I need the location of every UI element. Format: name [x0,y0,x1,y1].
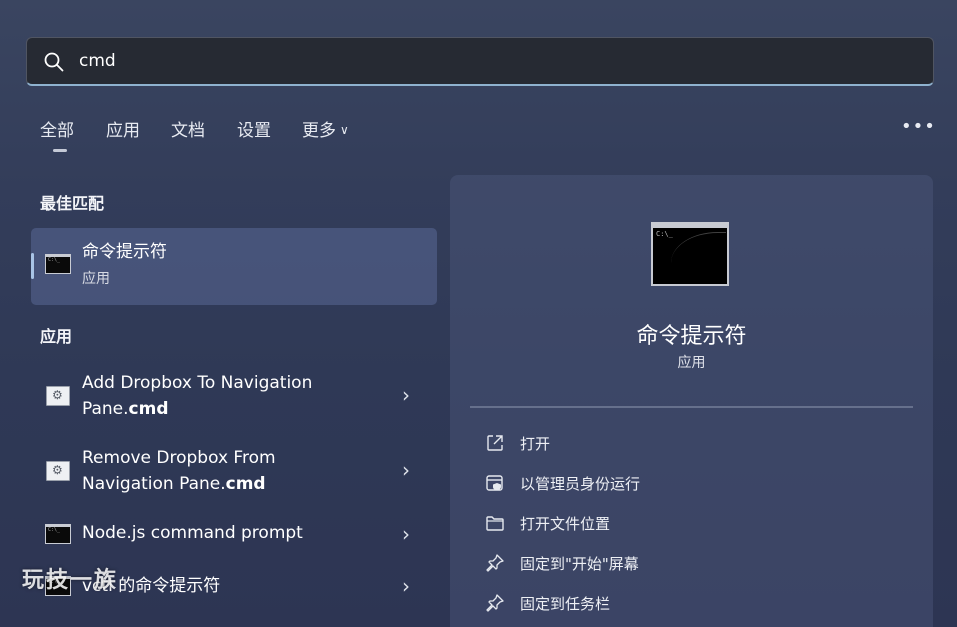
watermark: 玩技一族 [22,568,119,593]
cmd-large-icon [651,222,729,286]
cmd-icon [45,524,71,544]
action-open-file-location[interactable]: 打开文件位置 [485,511,885,537]
action-open[interactable]: 打开 [485,431,885,457]
action-label: 固定到任务栏 [520,595,611,613]
action-pin-to-start[interactable]: 固定到"开始"屏幕 [485,551,885,577]
open-external-icon [487,435,503,451]
tab-more[interactable]: 更多 ∨ [302,116,349,141]
tab-settings[interactable]: 设置 [237,116,271,141]
chevron-right-icon[interactable]: › [402,522,410,546]
action-pin-to-taskbar[interactable]: 固定到任务栏 [485,591,885,617]
tab-all[interactable]: 全部 [40,116,74,141]
list-item-title-line2: Pane.cmd [82,399,169,419]
selection-indicator [31,253,34,279]
apps-heading: 应用 [40,327,73,346]
chevron-right-icon[interactable]: › [402,458,410,482]
chevron-right-icon[interactable]: › [402,383,410,407]
best-match-heading: 最佳匹配 [40,194,105,213]
list-item-title: Add Dropbox To Navigation [82,373,313,393]
search-input[interactable] [79,47,899,75]
best-match-title: 命令提示符 [82,242,167,262]
list-item-title: Remove Dropbox From [82,448,276,468]
tab-active-indicator [53,149,67,152]
pin-icon [486,594,504,612]
search-box[interactable] [26,37,934,86]
best-match-subtitle: 应用 [82,271,110,287]
divider [470,406,913,408]
list-item-title: Node.js command prompt [82,523,303,543]
gear-file-icon [46,386,70,406]
details-title: 命令提示符 [636,324,747,349]
details-panel: 命令提示符 应用 打开 以管理员身份运行 打开文件位置 固定到"开始"屏幕 [450,175,933,627]
action-label: 固定到"开始"屏幕 [520,555,639,573]
pin-icon [486,554,504,572]
chevron-down-icon: ∨ [340,123,349,137]
folder-icon [486,516,504,531]
tab-documents[interactable]: 文档 [171,116,205,141]
action-label: 以管理员身份运行 [520,475,641,493]
more-options-button[interactable]: ••• [901,116,936,137]
action-run-as-admin[interactable]: 以管理员身份运行 [485,471,885,497]
admin-shield-icon [486,475,503,491]
best-match-item[interactable]: 命令提示符 应用 [31,228,437,305]
action-label: 打开文件位置 [520,515,611,533]
chevron-right-icon[interactable]: › [402,574,410,598]
action-label: 打开 [520,435,551,453]
gear-file-icon [46,461,70,481]
details-subtitle: 应用 [677,355,706,371]
list-item-title-line2: Navigation Pane.cmd [82,474,266,494]
search-icon [44,52,64,72]
tab-apps[interactable]: 应用 [106,116,140,141]
cmd-icon [45,254,71,274]
